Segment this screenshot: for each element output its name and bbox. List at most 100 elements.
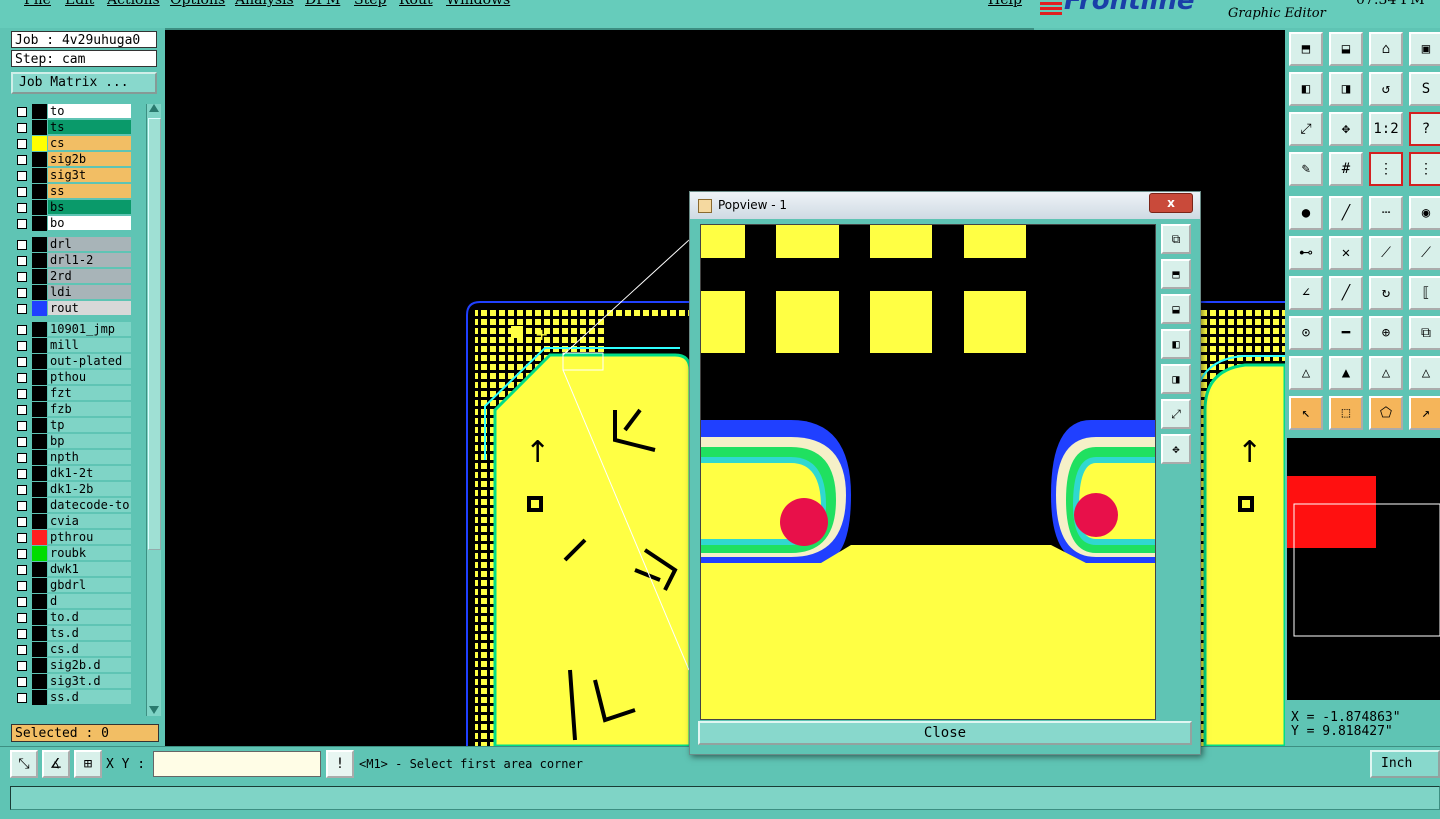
layer-color-swatch[interactable]: [32, 546, 47, 561]
zoom-fit-icon[interactable]: ⤢: [1289, 112, 1323, 146]
layer-color-swatch[interactable]: [32, 610, 47, 625]
layer-color-swatch[interactable]: [32, 120, 47, 135]
layer-row[interactable]: drl1-2: [11, 253, 135, 268]
layer-checkbox[interactable]: [17, 485, 27, 495]
layer-checkbox[interactable]: [17, 123, 27, 133]
layer-row[interactable]: cs.d: [11, 642, 135, 657]
overview-map[interactable]: [1287, 438, 1440, 700]
layer-color-swatch[interactable]: [32, 434, 47, 449]
layer-color-swatch[interactable]: [32, 530, 47, 545]
layer-row[interactable]: sig2b.d: [11, 658, 135, 673]
layer-color-swatch[interactable]: [32, 386, 47, 401]
layer-checkbox[interactable]: [17, 549, 27, 559]
layer-checkbox[interactable]: [17, 171, 27, 181]
layer-name[interactable]: rout: [48, 301, 131, 315]
target-icon[interactable]: ⊕: [1369, 316, 1403, 350]
measure-icon[interactable]: ∡: [42, 750, 70, 778]
layer-color-swatch[interactable]: [32, 269, 47, 284]
ruler-icon[interactable]: ┄: [1369, 196, 1403, 230]
layer-name[interactable]: sig2b: [48, 152, 131, 166]
menu-edit[interactable]: Edit: [65, 0, 94, 8]
layer-name[interactable]: cs: [48, 136, 131, 150]
layer-name[interactable]: tp: [48, 418, 131, 432]
home-icon[interactable]: ⌂: [1369, 32, 1403, 66]
triangle4-icon[interactable]: △: [1409, 356, 1440, 390]
angle-icon[interactable]: ∠: [1289, 276, 1323, 310]
layer-name[interactable]: sig3t: [48, 168, 131, 182]
layer-color-swatch[interactable]: [32, 514, 47, 529]
layer-checkbox[interactable]: [17, 203, 27, 213]
dot-icon[interactable]: ◉: [1409, 196, 1440, 230]
pv-left-icon[interactable]: ◧: [1161, 329, 1191, 359]
scroll-up-icon[interactable]: [149, 104, 159, 112]
layer-color-swatch[interactable]: [32, 402, 47, 417]
layer-name[interactable]: to.d: [48, 610, 131, 624]
layer-checkbox[interactable]: [17, 533, 27, 543]
layer-name[interactable]: roubk: [48, 546, 131, 560]
menu-analysis[interactable]: Analysis: [235, 0, 294, 8]
layer-row[interactable]: sig2b: [11, 152, 135, 167]
layer-name[interactable]: fzt: [48, 386, 131, 400]
layer-checkbox[interactable]: [17, 517, 27, 527]
layer-scrollbar[interactable]: [146, 104, 161, 716]
layer-name[interactable]: ldi: [48, 285, 131, 299]
layer-name[interactable]: gbdrl: [48, 578, 131, 592]
triangle3-icon[interactable]: △: [1369, 356, 1403, 390]
layer-row[interactable]: cvia: [11, 514, 135, 529]
layer-row[interactable]: rout: [11, 301, 135, 316]
layer-row[interactable]: npth: [11, 450, 135, 465]
layer-row[interactable]: sig3t: [11, 168, 135, 183]
layer-name[interactable]: bo: [48, 216, 131, 230]
layer-name[interactable]: ss.d: [48, 690, 131, 704]
layer-row[interactable]: cs: [11, 136, 135, 151]
layer-row[interactable]: 10901_jmp: [11, 322, 135, 337]
scroll-thumb[interactable]: [148, 118, 161, 550]
layer-checkbox[interactable]: [17, 405, 27, 415]
select-icon[interactable]: ↖: [1289, 396, 1323, 430]
menu-rout[interactable]: Rout: [399, 0, 433, 8]
layer-row[interactable]: tp: [11, 418, 135, 433]
layer-checkbox[interactable]: [17, 139, 27, 149]
help-icon[interactable]: ?: [1409, 112, 1440, 146]
layer-color-swatch[interactable]: [32, 253, 47, 268]
select-net-icon[interactable]: ↗: [1409, 396, 1440, 430]
menu-windows[interactable]: Windows: [446, 0, 510, 8]
layer-color-swatch[interactable]: [32, 418, 47, 433]
layer-row[interactable]: to: [11, 104, 135, 119]
pad-icon[interactable]: ●: [1289, 196, 1323, 230]
layer-color-swatch[interactable]: [32, 690, 47, 705]
layer-row[interactable]: fzb: [11, 402, 135, 417]
layer-color-swatch[interactable]: [32, 104, 47, 119]
cross-icon[interactable]: ✕: [1329, 236, 1363, 270]
triangle2-icon[interactable]: ▲: [1329, 356, 1363, 390]
layer-name[interactable]: ts: [48, 120, 131, 134]
layer-row[interactable]: dk1-2t: [11, 466, 135, 481]
layer-name[interactable]: npth: [48, 450, 131, 464]
layer-row[interactable]: mill: [11, 338, 135, 353]
xy-input[interactable]: [153, 751, 321, 777]
undo-icon[interactable]: ↺: [1369, 72, 1403, 106]
slash-icon[interactable]: ╱: [1329, 276, 1363, 310]
dash-icon[interactable]: ━: [1329, 316, 1363, 350]
menu-dfm[interactable]: DFM: [305, 0, 340, 8]
layer-checkbox[interactable]: [17, 581, 27, 591]
layer-name[interactable]: pthrou: [48, 530, 131, 544]
layer-name[interactable]: fzb: [48, 402, 131, 416]
layer-name[interactable]: drl1-2: [48, 253, 131, 267]
layer-checkbox[interactable]: [17, 501, 27, 511]
layer-color-swatch[interactable]: [32, 562, 47, 577]
layer-checkbox[interactable]: [17, 613, 27, 623]
layer-color-swatch[interactable]: [32, 450, 47, 465]
snap-icon[interactable]: ⊙: [1289, 316, 1323, 350]
layer-checkbox[interactable]: [17, 629, 27, 639]
layer-color-swatch[interactable]: [32, 482, 47, 497]
layer-row[interactable]: ss.d: [11, 690, 135, 705]
layer-name[interactable]: dk1-2b: [48, 482, 131, 496]
snap-grid-icon[interactable]: ⊞: [74, 750, 102, 778]
segment2-icon[interactable]: ⟋: [1409, 236, 1440, 270]
pv-bottom-icon[interactable]: ⬓: [1161, 294, 1191, 324]
palette-icon[interactable]: ✎: [1289, 152, 1323, 186]
layer-color-swatch[interactable]: [32, 594, 47, 609]
layer-color-swatch[interactable]: [32, 338, 47, 353]
layer-name[interactable]: to: [48, 104, 131, 118]
